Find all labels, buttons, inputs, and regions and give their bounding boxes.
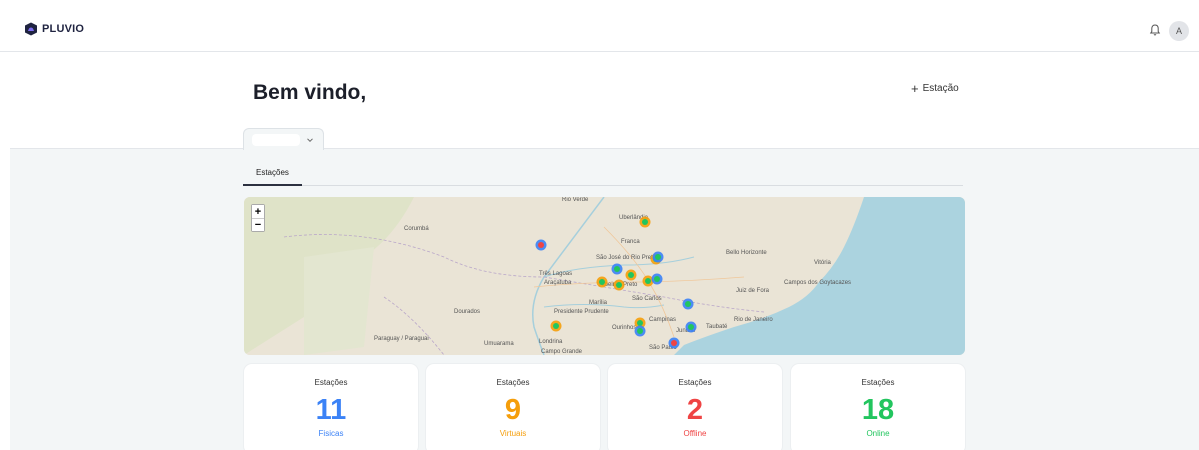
- map-city-label: Dourados: [454, 309, 480, 315]
- card-title: Estações: [314, 378, 348, 387]
- zoom-in-button[interactable]: +: [252, 205, 264, 218]
- chevron-down-icon: [307, 137, 313, 142]
- map-city-label: Campinas: [649, 317, 676, 323]
- map-region-paraguay: [304, 247, 374, 355]
- map-city-label: Vitória: [814, 260, 832, 266]
- add-station-button[interactable]: + Estação: [911, 80, 959, 96]
- card-physical-stations: Estações 11 Fisicas: [244, 364, 418, 450]
- card-title: Estações: [496, 378, 530, 387]
- map-city-label: Taubaté: [706, 324, 728, 330]
- top-bar: PLUVIO A: [0, 0, 1199, 52]
- map-city-label: Bello Horizonte: [726, 250, 767, 256]
- map-canvas[interactable]: UberlândiaSão José do Rio PretoRibeirão …: [244, 197, 965, 355]
- map-city-label: Campo Grande: [541, 349, 583, 355]
- station-marker[interactable]: [682, 298, 694, 310]
- map-city-label: Corumbá: [404, 226, 429, 232]
- tab-bar: Estações: [243, 163, 963, 186]
- card-title: Estações: [861, 378, 895, 387]
- station-marker[interactable]: [625, 269, 637, 281]
- station-marker[interactable]: [550, 320, 562, 332]
- station-marker[interactable]: [639, 216, 651, 228]
- map-city-label: Campos dos Goytacazes: [784, 280, 851, 286]
- map-city-label: Paraguay / Paraguai: [374, 336, 429, 342]
- stations-map[interactable]: Uberlândia São José do Rio Preto Ribeirão …: [244, 197, 965, 355]
- card-label: Fisicas: [318, 429, 344, 438]
- card-value: 2: [686, 394, 704, 426]
- bell-icon[interactable]: [1148, 23, 1162, 37]
- card-title: Estações: [678, 378, 712, 387]
- station-selector[interactable]: [243, 128, 324, 150]
- map-city-label: Ourinhos: [612, 325, 636, 331]
- map-city-label: Três Lagoas: [539, 271, 572, 277]
- avatar[interactable]: A: [1169, 21, 1189, 41]
- map-city-label: Londrina: [539, 339, 563, 345]
- pluvio-logo-icon: [25, 22, 37, 36]
- station-marker[interactable]: [652, 251, 664, 263]
- card-label: Offline: [683, 429, 707, 438]
- zoom-out-button[interactable]: −: [252, 218, 264, 231]
- card-value: 9: [504, 394, 522, 426]
- card-online-stations: Estações 18 Online: [791, 364, 965, 450]
- map-city-label: Rio Verde: [562, 197, 589, 203]
- plus-icon: +: [911, 80, 919, 96]
- map-city-label: São Carlos: [632, 296, 662, 302]
- map-city-label: Marília: [589, 300, 608, 306]
- station-marker[interactable]: [611, 263, 623, 275]
- station-marker[interactable]: [535, 239, 547, 251]
- station-marker[interactable]: [596, 276, 608, 288]
- map-city-label: Presidente Prudente: [554, 309, 609, 315]
- station-marker[interactable]: [613, 279, 625, 291]
- brand-name: PLUVIO: [42, 23, 85, 35]
- map-city-label: Umuarama: [484, 341, 514, 347]
- station-marker[interactable]: [651, 273, 663, 285]
- tab-estacoes[interactable]: Estações: [243, 163, 302, 186]
- card-offline-stations: Estações 2 Offline: [608, 364, 782, 450]
- card-value: 18: [861, 394, 895, 426]
- map-city-label: Juiz de Fora: [736, 288, 770, 294]
- page-title: Bem vindo,: [253, 81, 367, 104]
- map-zoom-control: + −: [251, 204, 265, 232]
- map-city-label: Rio de Janeiro: [734, 317, 773, 323]
- map-city-label: Franca: [621, 239, 640, 245]
- map-city-label: Araçatuba: [544, 280, 572, 286]
- station-marker[interactable]: [685, 321, 697, 333]
- card-label: Online: [866, 429, 890, 438]
- add-station-label: Estação: [922, 83, 959, 94]
- card-label: Virtuais: [499, 429, 527, 438]
- brand[interactable]: PLUVIO: [24, 22, 84, 36]
- map-city-label: São José do Rio Preto: [596, 255, 657, 261]
- card-value: 11: [315, 394, 347, 426]
- station-marker[interactable]: [634, 325, 646, 337]
- card-virtual-stations: Estações 9 Virtuais: [426, 364, 600, 450]
- station-selector-value: [252, 133, 300, 146]
- station-marker[interactable]: [668, 337, 680, 349]
